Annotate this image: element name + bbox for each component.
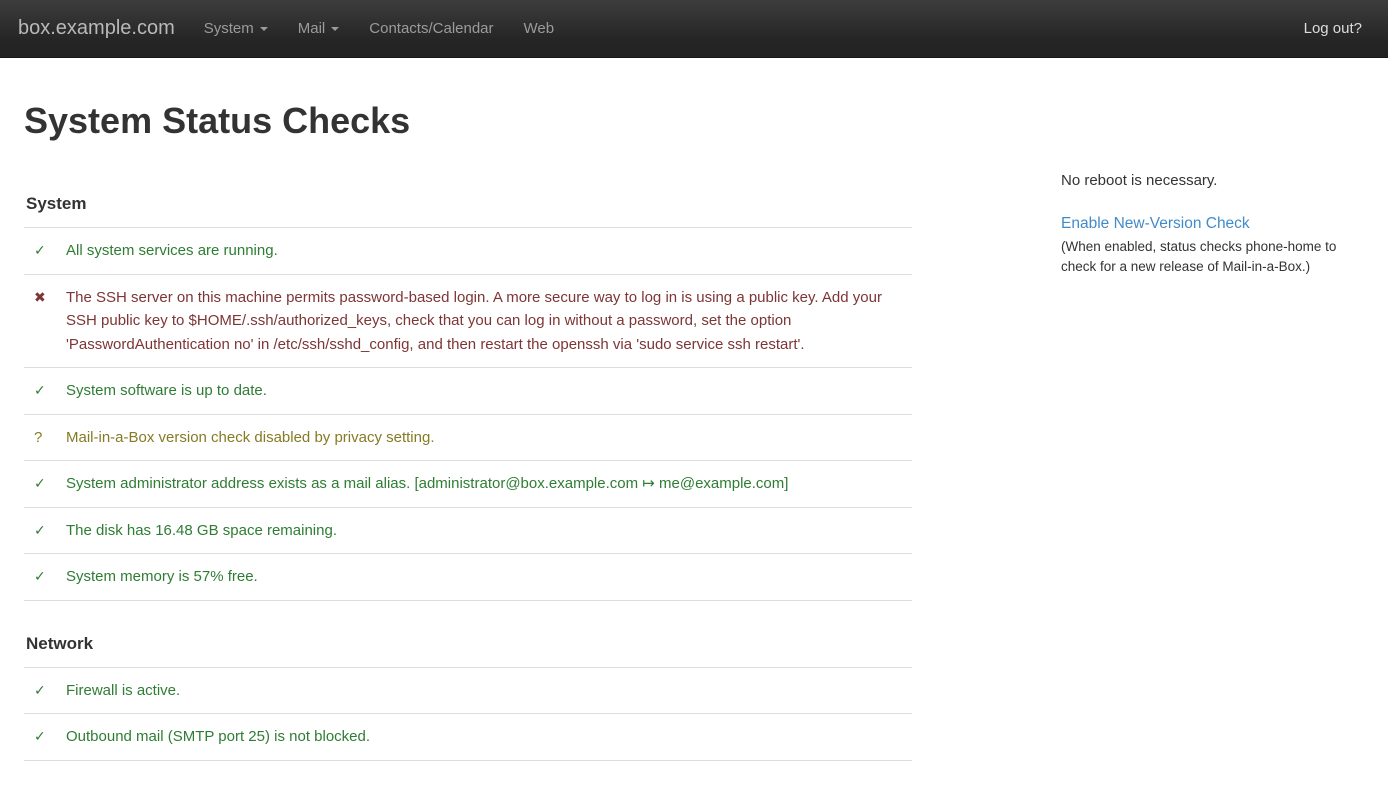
nav-item-label: System (204, 20, 254, 37)
status-check-row: ✓ System software is up to date. (24, 368, 912, 415)
section-heading: System (24, 170, 912, 228)
nav-item-web[interactable]: Web (509, 0, 570, 57)
status-check-text: The disk has 16.48 GB space remaining. (66, 507, 912, 554)
check-icon: ✓ (34, 568, 46, 584)
check-icon: ✓ (34, 728, 46, 744)
check-icon: ✓ (34, 382, 46, 398)
section-heading-row: Network (24, 600, 912, 667)
chevron-down-icon (331, 27, 339, 31)
version-check-note: (When enabled, status checks phone-home … (1061, 237, 1363, 277)
enable-version-check-link[interactable]: Enable New-Version Check (1061, 215, 1250, 233)
status-check-row: ✓ The disk has 16.48 GB space remaining. (24, 507, 912, 554)
status-check-row: ✓ All system services are running. (24, 228, 912, 275)
nav-item-label: Contacts/Calendar (369, 20, 493, 37)
logout-link[interactable]: Log out? (1304, 20, 1362, 37)
check-icon: ✓ (34, 682, 46, 698)
status-checks-panel: System ✓ All system services are running… (24, 170, 912, 761)
status-check-text: The SSH server on this machine permits p… (66, 274, 912, 368)
navbar: box.example.com System Mail Contacts/Cal… (0, 0, 1388, 58)
reboot-status: No reboot is necessary. (1061, 172, 1363, 189)
page-title: System Status Checks (24, 100, 1364, 142)
nav-item-label: Web (524, 20, 555, 37)
status-check-text: System administrator address exists as a… (66, 461, 912, 508)
check-icon: ✓ (34, 242, 46, 258)
status-check-row: ✓ System administrator address exists as… (24, 461, 912, 508)
status-check-row: ✓ Outbound mail (SMTP port 25) is not bl… (24, 714, 912, 761)
status-check-row: ? Mail-in-a-Box version check disabled b… (24, 414, 912, 461)
status-check-text: System memory is 57% free. (66, 554, 912, 601)
check-icon: ✓ (34, 475, 46, 491)
question-icon: ? (34, 429, 42, 446)
cross-icon: ✖ (34, 289, 46, 305)
section-heading-row: System (24, 170, 912, 228)
chevron-down-icon (260, 27, 268, 31)
status-check-text: All system services are running. (66, 228, 912, 275)
status-check-text: Firewall is active. (66, 667, 912, 714)
main-content: System Status Checks System ✓ All system… (0, 100, 1388, 761)
nav-item-mail[interactable]: Mail (283, 0, 355, 57)
status-check-text: System software is up to date. (66, 368, 912, 415)
status-check-row: ✓ Firewall is active. (24, 667, 912, 714)
check-icon: ✓ (34, 522, 46, 538)
status-check-text: Outbound mail (SMTP port 25) is not bloc… (66, 714, 912, 761)
navbar-brand[interactable]: box.example.com (18, 17, 175, 40)
status-check-row: ✖ The SSH server on this machine permits… (24, 274, 912, 368)
status-check-row: ✓ System memory is 57% free. (24, 554, 912, 601)
section-heading: Network (24, 600, 912, 667)
nav-item-contacts-calendar[interactable]: Contacts/Calendar (354, 0, 508, 57)
navbar-menu: System Mail Contacts/Calendar Web (189, 0, 569, 57)
status-checks-table: System ✓ All system services are running… (24, 170, 912, 761)
nav-item-system[interactable]: System (189, 0, 283, 57)
nav-item-label: Mail (298, 20, 326, 37)
sidebar: No reboot is necessary. Enable New-Versi… (1061, 170, 1363, 277)
status-check-text: Mail-in-a-Box version check disabled by … (66, 414, 912, 461)
